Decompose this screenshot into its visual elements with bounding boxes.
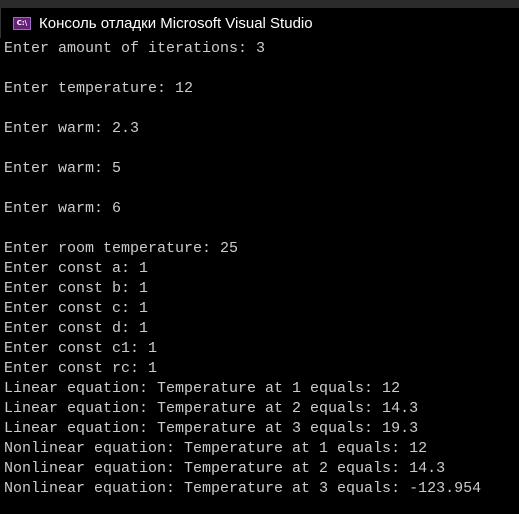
console-line: Enter warm: 2.3 [4, 120, 140, 137]
console-line: Enter warm: 6 [4, 200, 122, 217]
console-line: Enter const c1: 1 [4, 340, 158, 357]
console-line: Enter warm: 5 [4, 160, 122, 177]
console-line: Nonlinear equation: Temperature at 3 equ… [4, 480, 482, 497]
console-line: Enter const b: 1 [4, 280, 149, 297]
title-bar[interactable]: C:\ Консоль отладки Microsoft Visual Stu… [0, 8, 519, 38]
console-line: Enter const rc: 1 [4, 360, 158, 377]
console-line: Enter const a: 1 [4, 260, 149, 277]
console-line: Enter amount of iterations: 3 [4, 40, 266, 57]
console-line: Enter temperature: 12 [4, 80, 194, 97]
window-title: Консоль отладки Microsoft Visual Studio [39, 14, 313, 32]
console-app-icon: C:\ [13, 16, 31, 30]
console-line: Nonlinear equation: Temperature at 2 equ… [4, 460, 446, 477]
console-line: Enter const c: 1 [4, 300, 149, 317]
console-line: Linear equation: Temperature at 3 equals… [4, 420, 419, 437]
console-line: Linear equation: Temperature at 2 equals… [4, 400, 419, 417]
background-window-strip [0, 0, 519, 8]
console-output[interactable]: Enter amount of iterations: 3 Enter tempe… [4, 39, 519, 499]
console-line: Nonlinear equation: Temperature at 1 equ… [4, 440, 428, 457]
console-line: Linear equation: Temperature at 1 equals… [4, 380, 401, 397]
console-line: Enter room temperature: 25 [4, 240, 239, 257]
console-line: Enter const d: 1 [4, 320, 149, 337]
